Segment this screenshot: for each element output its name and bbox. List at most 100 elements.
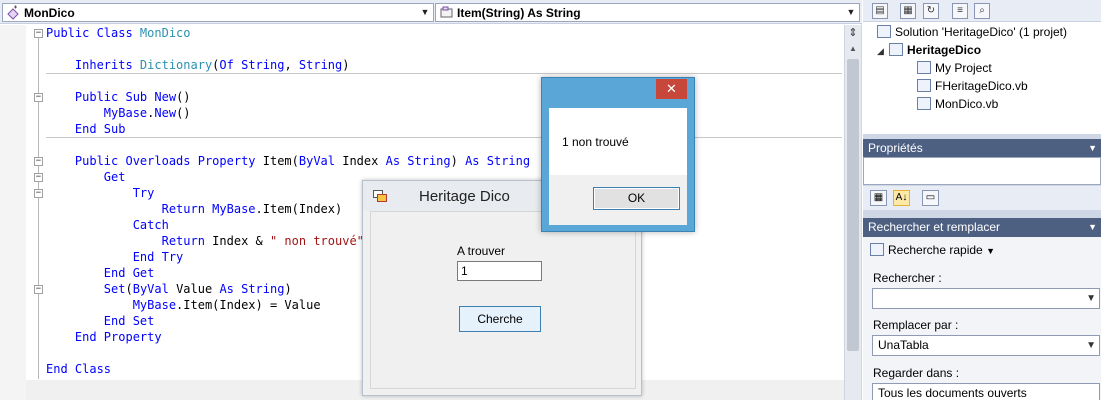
code-line: Public Class MonDico <box>46 25 191 41</box>
search-input[interactable]: 1 <box>457 261 542 281</box>
code-token: " non trouvé" <box>269 234 364 248</box>
properties-header[interactable]: Propriétés ▼ <box>863 139 1101 158</box>
replace-with-combo[interactable]: UnaTabla ▼ <box>872 335 1100 356</box>
code-token: New <box>154 90 177 104</box>
tree-solution-label: Solution 'HeritageDico' (1 projet) <box>895 25 1067 39</box>
code-token: () <box>176 106 191 120</box>
message-box-footer: OK <box>549 175 687 225</box>
tree-item-form[interactable]: FHeritageDico.vb <box>917 78 1028 95</box>
chevron-down-icon: ▼ <box>986 246 995 256</box>
class-combo[interactable]: MonDico ▼ <box>2 3 434 22</box>
code-token: As String <box>465 154 531 168</box>
code-line: End Set <box>46 313 155 329</box>
tree-item-label: FHeritageDico.vb <box>935 79 1028 93</box>
expand-arrow-icon[interactable]: ◢ <box>877 43 889 60</box>
code-token: ( <box>125 282 133 296</box>
search-button[interactable]: Cherche <box>459 306 541 332</box>
code-line: Return MyBase.Item(Index) <box>46 201 343 217</box>
alphabetical-icon[interactable]: A↓ <box>893 190 910 206</box>
code-token: Public Overloads Property <box>46 154 263 168</box>
procedure-separator <box>46 73 842 74</box>
show-all-files-icon[interactable]: ▦ <box>900 3 916 19</box>
code-token: End Sub <box>46 122 126 136</box>
code-token: End Set <box>46 314 155 328</box>
look-in-combo[interactable]: Tous les documents ouverts <box>872 383 1100 400</box>
view-code-icon[interactable]: ≡ <box>952 3 968 19</box>
code-token: Try <box>46 186 155 200</box>
property-pages-icon[interactable]: ▭ <box>922 190 939 206</box>
code-token: .Item(Index) <box>255 202 343 216</box>
solution-explorer-toolbar: ▤ ▦ ↻ ≡ ⌕ <box>863 0 1101 22</box>
find-replace-header[interactable]: Rechercher et remplacer ▼ <box>863 218 1101 237</box>
code-line: End Get <box>46 265 155 281</box>
find-replace-body: Recherche rapide ▼ Rechercher : ▼ Rempla… <box>863 237 1101 400</box>
refresh-icon[interactable]: ↻ <box>923 3 939 19</box>
look-in-label: Regarder dans : <box>873 366 960 380</box>
code-token: MyBase <box>46 298 177 312</box>
code-token: Return <box>46 202 213 216</box>
code-token: Set <box>46 282 126 296</box>
tree-item-class[interactable]: MonDico.vb <box>917 96 998 113</box>
message-box-content: 1 non trouvé <box>549 108 687 175</box>
code-line: Try <box>46 185 155 201</box>
panel-menu-icon[interactable]: ▼ <box>1088 139 1097 158</box>
chevron-down-icon[interactable]: ▼ <box>1086 336 1096 355</box>
code-token: Get <box>46 170 126 184</box>
ok-button[interactable]: OK <box>593 187 680 210</box>
code-token: ) <box>450 154 466 168</box>
splitter-icon[interactable]: ⇕ <box>847 27 859 39</box>
collapse-icon[interactable]: − <box>34 157 43 166</box>
code-line: Inherits Dictionary(Of String, String) <box>46 57 350 73</box>
member-combo[interactable]: Item(String) As String ▼ <box>435 3 860 22</box>
code-token: ByVal <box>298 154 343 168</box>
find-what-combo[interactable]: ▼ <box>872 288 1100 309</box>
code-token: ) <box>342 58 350 72</box>
code-token: Public Sub <box>46 90 155 104</box>
panel-menu-icon[interactable]: ▼ <box>1088 218 1097 237</box>
chevron-down-icon[interactable]: ▼ <box>1086 289 1096 308</box>
replace-with-value: UnaTabla <box>878 338 929 352</box>
code-token: End Get <box>46 266 155 280</box>
code-line: Get <box>46 169 126 185</box>
tree-project[interactable]: ◢ HeritageDico <box>877 42 981 59</box>
tree-solution[interactable]: Solution 'HeritageDico' (1 projet) <box>877 24 1067 41</box>
code-token: String <box>241 58 285 72</box>
code-line: Public Sub New() <box>46 89 191 105</box>
property-icon <box>440 6 453 18</box>
code-token: End Property <box>46 330 162 344</box>
code-line: End Sub <box>46 121 126 137</box>
code-token: ) <box>284 282 292 296</box>
code-token: Return <box>46 234 213 248</box>
collapse-icon[interactable]: − <box>34 93 43 102</box>
code-line: MyBase.New() <box>46 105 191 121</box>
collapse-icon[interactable]: − <box>34 29 43 38</box>
class-diagram-icon[interactable]: ⌕ <box>974 3 990 19</box>
find-replace-title: Rechercher et remplacer <box>868 220 1001 234</box>
indicator-margin <box>0 25 26 400</box>
tree-item-my-project[interactable]: My Project <box>917 60 992 77</box>
member-combo-value: Item(String) As String <box>457 6 581 20</box>
properties-object-selector[interactable] <box>863 157 1101 185</box>
message-text: 1 non trouvé <box>562 135 629 149</box>
code-token: , <box>284 58 299 72</box>
quick-find-dropdown[interactable]: Recherche rapide ▼ <box>870 241 995 259</box>
message-box: ✕ 1 non trouvé OK <box>541 77 695 232</box>
properties-icon[interactable]: ▤ <box>872 3 888 19</box>
code-line: End Class <box>46 361 111 377</box>
categorized-icon[interactable]: ▦ <box>870 190 887 206</box>
collapse-icon[interactable]: − <box>34 285 43 294</box>
close-button[interactable]: ✕ <box>656 79 687 99</box>
scroll-up-icon[interactable]: ▲ <box>847 43 859 55</box>
code-token: String <box>298 58 343 72</box>
properties-title: Propriétés <box>868 141 923 155</box>
collapse-icon[interactable]: − <box>34 173 43 182</box>
my-project-icon <box>917 61 931 74</box>
chevron-down-icon: ▼ <box>846 7 856 17</box>
code-token: As String <box>219 282 285 296</box>
code-token: Of <box>219 58 242 72</box>
scrollbar-thumb[interactable] <box>847 59 859 351</box>
code-line: Catch <box>46 217 169 233</box>
code-token: Inherits <box>46 58 140 72</box>
collapse-icon[interactable]: − <box>34 189 43 198</box>
vertical-scrollbar[interactable]: ⇕ ▲ <box>844 25 861 400</box>
